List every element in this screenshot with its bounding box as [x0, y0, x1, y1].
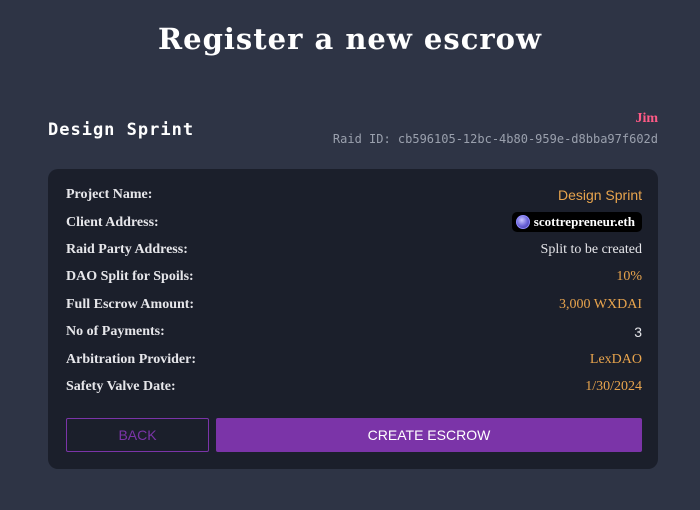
back-button[interactable]: BACK [66, 418, 209, 452]
raid-id: Raid ID: cb596105-12bc-4b80-959e-d8bba97… [332, 132, 658, 146]
detail-row-dao-split: DAO Split for Spoils: 10% [66, 267, 642, 289]
project-name-value: Design Sprint [557, 187, 642, 203]
arbitration-provider-value: LexDAO [589, 352, 642, 367]
detail-row-client-address: Client Address: scottrepreneur.eth [66, 212, 642, 235]
detail-label: Arbitration Provider: [66, 352, 196, 367]
detail-label: Full Escrow Amount: [66, 297, 195, 312]
raid-party-address-value: Split to be created [540, 242, 642, 257]
payments-value: 3 [634, 324, 642, 340]
detail-label: Client Address: [66, 215, 159, 230]
detail-label: No of Payments: [66, 324, 165, 339]
detail-label: Raid Party Address: [66, 242, 188, 257]
escrow-details-card: Project Name: Design Sprint Client Addre… [48, 169, 658, 469]
detail-row-raid-party-address: Raid Party Address: Split to be created [66, 240, 642, 262]
detail-row-payments: No of Payments: 3 [66, 322, 642, 344]
raid-name: Design Sprint [48, 120, 195, 140]
client-address-value: scottrepreneur.eth [533, 214, 635, 229]
detail-row-safety-valve: Safety Valve Date: 1/30/2024 [66, 377, 642, 399]
safety-valve-date-value: 1/30/2024 [585, 379, 642, 394]
raid-header: Design Sprint Jim Raid ID: cb596105-12bc… [48, 110, 660, 150]
client-address-chip[interactable]: scottrepreneur.eth [511, 212, 642, 232]
detail-row-project-name: Project Name: Design Sprint [66, 185, 642, 207]
create-escrow-button[interactable]: CREATE ESCROW [216, 418, 642, 452]
page-title: Register a new escrow [158, 22, 542, 56]
register-escrow-page: Register a new escrow Design Sprint Jim … [0, 0, 700, 510]
detail-row-arbitration: Arbitration Provider: LexDAO [66, 350, 642, 372]
detail-row-escrow-amount: Full Escrow Amount: 3,000 WXDAI [66, 295, 642, 317]
detail-label: Project Name: [66, 187, 153, 202]
client-name: Jim [635, 111, 658, 126]
dao-split-value: 10% [616, 269, 642, 284]
escrow-amount-value: 3,000 WXDAI [559, 297, 642, 312]
ens-avatar-icon [515, 215, 530, 229]
raid-meta: Jim Raid ID: cb596105-12bc-4b80-959e-d8b… [333, 110, 658, 148]
detail-label: Safety Valve Date: [66, 379, 176, 394]
detail-label: DAO Split for Spoils: [66, 269, 194, 284]
